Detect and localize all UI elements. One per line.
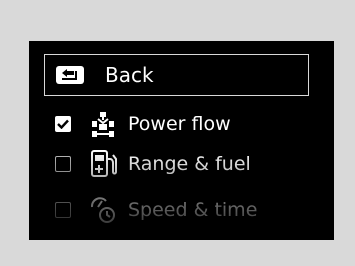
menu-item-label: Range & fuel bbox=[128, 153, 251, 175]
back-arrow-icon bbox=[55, 65, 85, 85]
fuel-pump-icon bbox=[88, 149, 118, 179]
checkbox-speed-time[interactable] bbox=[55, 202, 71, 218]
menu-item-range-fuel[interactable]: Range & fuel bbox=[55, 147, 315, 181]
speed-time-icon bbox=[88, 195, 118, 225]
checkbox-range-fuel[interactable] bbox=[55, 156, 71, 172]
power-flow-icon bbox=[88, 109, 118, 139]
menu-item-label: Power flow bbox=[128, 113, 231, 135]
menu-item-speed-time[interactable]: Speed & time bbox=[55, 193, 315, 227]
menu-item-power-flow[interactable]: Power flow bbox=[55, 107, 315, 141]
back-button[interactable]: Back bbox=[44, 54, 309, 96]
back-label: Back bbox=[105, 63, 154, 87]
menu-item-label: Speed & time bbox=[128, 199, 258, 221]
checkbox-power-flow[interactable] bbox=[55, 116, 71, 132]
display-screen: Back Power flow Range & fuel Speed & tim… bbox=[29, 41, 334, 240]
